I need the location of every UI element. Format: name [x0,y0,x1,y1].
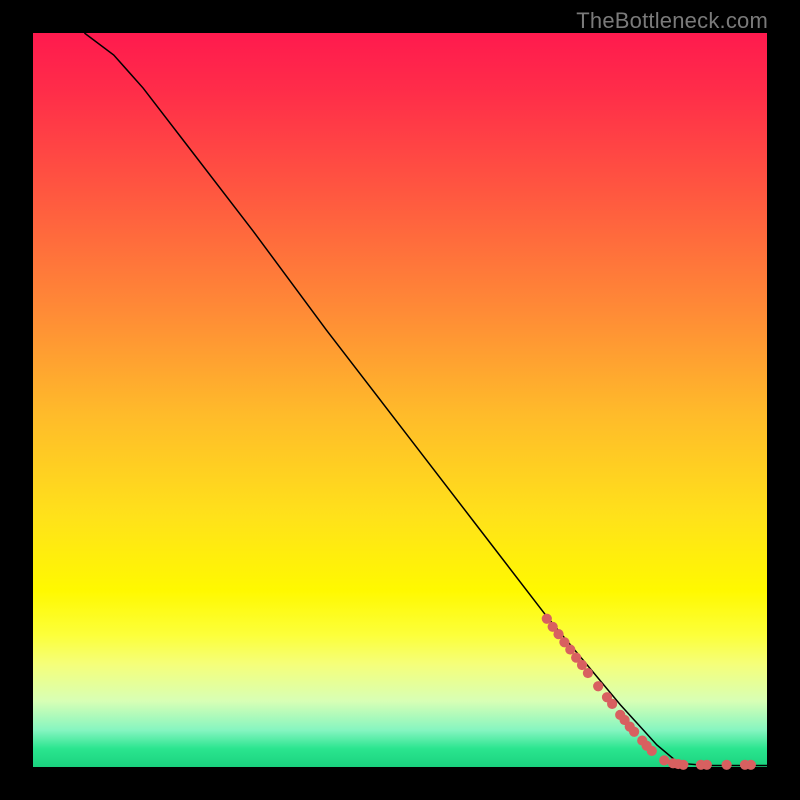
chart-overlay [33,33,767,767]
data-marker [678,760,688,770]
data-marker [746,760,756,770]
data-marker [702,760,712,770]
data-marker [659,755,669,765]
data-markers [542,614,756,770]
bottleneck-curve [84,33,767,766]
data-marker [722,760,732,770]
data-marker [629,727,639,737]
data-marker [583,668,593,678]
data-marker [607,699,617,709]
data-marker [647,746,657,756]
chart-frame: TheBottleneck.com [0,0,800,800]
data-marker [593,681,603,691]
attribution-label: TheBottleneck.com [576,8,768,34]
